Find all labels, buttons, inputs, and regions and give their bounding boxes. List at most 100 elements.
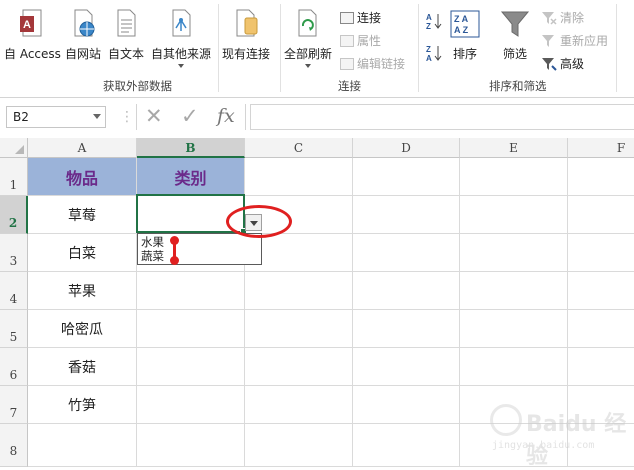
cell-a1[interactable]: 物品	[28, 158, 137, 196]
insert-function-icon[interactable]: fx	[217, 105, 235, 127]
row-header-2[interactable]: 2	[0, 196, 28, 234]
cell-e4[interactable]	[460, 272, 568, 310]
cell-b5[interactable]	[137, 310, 245, 348]
cell-d2[interactable]	[353, 196, 460, 234]
cell-f4[interactable]	[568, 272, 634, 310]
cell-a8[interactable]	[28, 424, 137, 467]
cell-a7[interactable]: 竹笋	[28, 386, 137, 424]
cell-c4[interactable]	[245, 272, 353, 310]
cell-d5[interactable]	[353, 310, 460, 348]
item-label: 苹果	[68, 283, 96, 300]
clear-filter-button[interactable]: 清除	[541, 9, 584, 26]
dropdown-option-fruit[interactable]: 水果	[141, 235, 258, 249]
cell-d8[interactable]	[353, 424, 460, 467]
row-header-6[interactable]: 6	[0, 348, 28, 386]
cell-b6[interactable]	[137, 348, 245, 386]
connections-button[interactable]: 连接	[340, 9, 381, 26]
cell-b7[interactable]	[137, 386, 245, 424]
cell-a4[interactable]: 苹果	[28, 272, 137, 310]
row-header-1[interactable]: 1	[0, 158, 28, 196]
dropdown-option-vegetable[interactable]: 蔬菜	[141, 249, 258, 263]
reapply-label: 重新应用	[560, 34, 609, 48]
filter-label: 筛选	[502, 47, 527, 61]
cell-e2[interactable]	[460, 196, 568, 234]
row-header-8[interactable]: 8	[0, 424, 28, 467]
filter-funnel-icon	[500, 8, 530, 43]
name-box[interactable]: B2	[6, 106, 106, 128]
cell-f5[interactable]	[568, 310, 634, 348]
ribbon-divider	[280, 4, 281, 92]
svg-text:Z: Z	[426, 45, 431, 54]
existing-connections-label: 现有连接	[222, 47, 271, 61]
cell-d3[interactable]	[353, 234, 460, 272]
cell-b1[interactable]: 类别	[137, 158, 245, 196]
cell-e6[interactable]	[460, 348, 568, 386]
edit-links-button[interactable]: 编辑链接	[340, 55, 405, 72]
column-header-a[interactable]: A	[28, 138, 137, 158]
cell-e3[interactable]	[460, 234, 568, 272]
select-all-corner[interactable]	[0, 138, 28, 158]
item-label: 哈密瓜	[61, 321, 103, 338]
column-header-e[interactable]: E	[460, 138, 568, 158]
cell-e5[interactable]	[460, 310, 568, 348]
cell-b8[interactable]	[137, 424, 245, 467]
row-header-3[interactable]: 3	[0, 234, 28, 272]
cancel-icon[interactable]: ✕	[145, 104, 163, 128]
cell-a5[interactable]: 哈密瓜	[28, 310, 137, 348]
annotation-dot	[170, 236, 179, 245]
row-header-5[interactable]: 5	[0, 310, 28, 348]
from-text-button[interactable]: 自文本	[108, 8, 144, 62]
group-label-external-data: 获取外部数据	[103, 79, 172, 93]
column-header-b[interactable]: B	[137, 138, 245, 158]
cell-d7[interactable]	[353, 386, 460, 424]
name-box-value: B2	[13, 110, 29, 124]
svg-text:A: A	[426, 13, 432, 22]
column-header-c[interactable]: C	[245, 138, 353, 158]
sort-button[interactable]: Z AA Z 排序	[450, 8, 480, 62]
cell-a6[interactable]: 香菇	[28, 348, 137, 386]
cell-c7[interactable]	[245, 386, 353, 424]
cell-f2[interactable]	[568, 196, 634, 234]
cell-c1[interactable]	[245, 158, 353, 196]
svg-text:Z: Z	[426, 22, 431, 30]
sort-dialog-icon: Z AA Z	[450, 8, 480, 43]
cell-d1[interactable]	[353, 158, 460, 196]
cell-e1[interactable]	[460, 158, 568, 196]
existing-connections-button[interactable]: 现有连接	[222, 8, 270, 62]
enter-icon[interactable]: ✓	[181, 104, 199, 128]
baidu-watermark: Baidu 经验 jingyan.baidu.com	[484, 400, 634, 469]
cell-f3[interactable]	[568, 234, 634, 272]
cell-d4[interactable]	[353, 272, 460, 310]
cell-c8[interactable]	[245, 424, 353, 467]
cell-c5[interactable]	[245, 310, 353, 348]
chevron-down-icon[interactable]	[93, 114, 101, 119]
refresh-all-button[interactable]: 全部刷新	[284, 8, 332, 68]
properties-button[interactable]: 属性	[340, 32, 381, 49]
reapply-button[interactable]: 重新应用	[541, 32, 608, 49]
filter-button[interactable]: 筛选	[500, 8, 530, 62]
access-icon: A	[4, 8, 61, 43]
from-web-button[interactable]: 自网站	[65, 8, 101, 62]
formula-input[interactable]	[250, 104, 634, 130]
sort-descending-button[interactable]: ZA	[426, 44, 442, 62]
cell-c6[interactable]	[245, 348, 353, 386]
svg-text:A: A	[426, 54, 432, 62]
row-header-4[interactable]: 4	[0, 272, 28, 310]
cell-a3[interactable]: 白菜	[28, 234, 137, 272]
cell-b4[interactable]	[137, 272, 245, 310]
cell-d6[interactable]	[353, 348, 460, 386]
formula-bar-splitter[interactable]: ⋮	[120, 108, 134, 126]
cell-f6[interactable]	[568, 348, 634, 386]
sort-ascending-button[interactable]: AZ	[426, 12, 442, 30]
column-header-f[interactable]: F	[568, 138, 634, 158]
row-header-7[interactable]: 7	[0, 386, 28, 424]
ribbon-divider	[218, 4, 219, 92]
cell-a2[interactable]: 草莓	[28, 196, 137, 234]
advanced-filter-button[interactable]: 高级	[541, 55, 584, 72]
cell-f1[interactable]	[568, 158, 634, 196]
column-header-d[interactable]: D	[353, 138, 460, 158]
item-label: 竹笋	[68, 397, 96, 414]
sort-za-icon: ZA	[426, 45, 442, 62]
from-other-sources-button[interactable]: 自其他来源	[151, 8, 211, 68]
from-access-button[interactable]: A 自 Access	[4, 8, 61, 62]
